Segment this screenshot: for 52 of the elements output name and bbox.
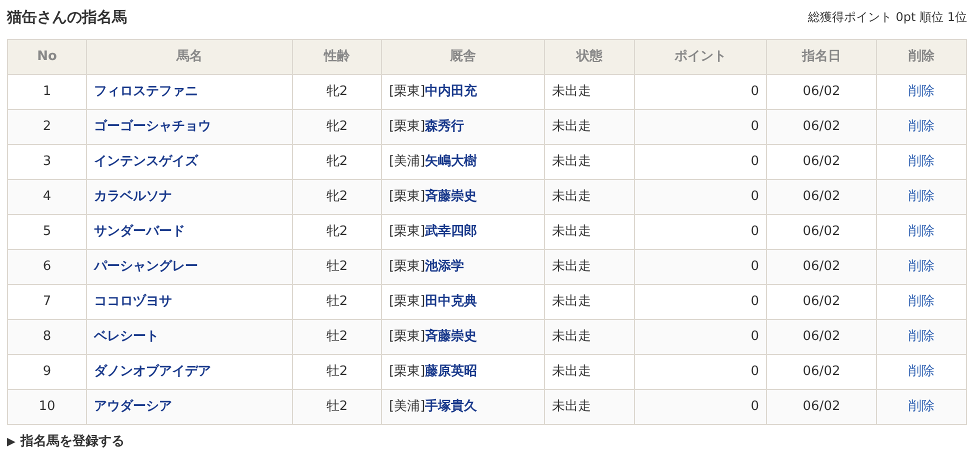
- column-header: ポイント: [634, 40, 766, 74]
- delete-link[interactable]: 削除: [908, 294, 934, 310]
- trainer-link[interactable]: 中内田充: [425, 84, 478, 100]
- column-header: 性齢: [292, 40, 382, 74]
- horse-link[interactable]: サンダーバード: [94, 224, 185, 240]
- delete-link[interactable]: 削除: [908, 399, 934, 414]
- points-summary: 総獲得ポイント 0pt 順位 1位: [808, 9, 967, 26]
- column-header: 状態: [544, 40, 634, 74]
- stable-label: [栗東]: [389, 294, 426, 310]
- trainer-link[interactable]: 斉藤崇史: [425, 329, 478, 344]
- trainer-link[interactable]: 森秀行: [425, 119, 464, 134]
- horse-link[interactable]: カラベルソナ: [94, 189, 172, 204]
- delete-link[interactable]: 削除: [908, 259, 934, 274]
- delete-link[interactable]: 削除: [908, 189, 934, 204]
- horse-link[interactable]: アウダーシア: [94, 399, 172, 414]
- trainer-link[interactable]: 手塚貴久: [425, 399, 478, 414]
- column-header: 指名日: [766, 40, 876, 74]
- delete-link[interactable]: 削除: [908, 329, 934, 344]
- trainer-link[interactable]: 藤原英昭: [425, 364, 478, 380]
- stable-label: [栗東]: [389, 189, 426, 204]
- register-link[interactable]: 指名馬を登録する: [20, 432, 124, 451]
- table-cell: 牡2: [292, 390, 382, 424]
- column-header: 削除: [876, 40, 966, 74]
- horse-link[interactable]: ココロヅヨサ: [94, 294, 172, 310]
- stable-label: [栗東]: [389, 364, 426, 380]
- delete-link[interactable]: 削除: [908, 84, 934, 100]
- delete-link[interactable]: 削除: [908, 154, 934, 170]
- triangle-marker: ▶: [7, 434, 16, 450]
- stable-label: [栗東]: [389, 224, 426, 240]
- stable-label: [美浦]: [389, 154, 426, 170]
- delete-link[interactable]: 削除: [908, 364, 934, 380]
- column-header: 馬名: [86, 40, 292, 74]
- table-cell: 0: [634, 390, 766, 424]
- stable-label: [美浦]: [389, 399, 426, 414]
- trainer-link[interactable]: 池添学: [425, 259, 464, 274]
- trainer-link[interactable]: 矢嶋大樹: [425, 154, 478, 170]
- page-title: 猫缶さんの指名馬: [7, 6, 127, 28]
- table-cell: 未出走: [544, 390, 634, 424]
- column-header: 厩舎: [382, 40, 544, 74]
- table-cell: 06/02: [766, 390, 876, 424]
- stable-label: [栗東]: [389, 119, 426, 134]
- stable-label: [栗東]: [389, 259, 426, 274]
- delete-link[interactable]: 削除: [908, 224, 934, 240]
- horse-link[interactable]: ベレシート: [94, 329, 159, 344]
- trainer-link[interactable]: 斉藤崇史: [425, 189, 478, 204]
- stable-label: [栗東]: [389, 329, 426, 344]
- trainer-link[interactable]: 田中克典: [425, 294, 478, 310]
- stable-label: [栗東]: [389, 84, 426, 100]
- column-header: No: [8, 40, 86, 74]
- delete-link[interactable]: 削除: [908, 119, 934, 134]
- trainer-link[interactable]: 武幸四郎: [425, 224, 478, 240]
- table-cell: 10: [8, 390, 86, 424]
